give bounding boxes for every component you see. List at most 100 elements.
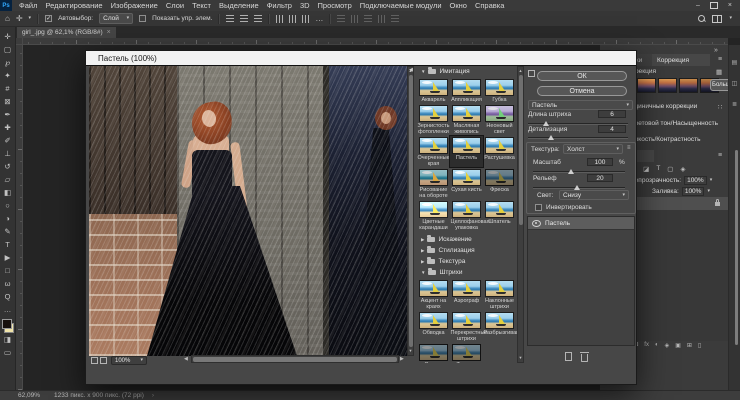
layer-effects-icon[interactable]: fx: [644, 342, 649, 349]
paths-panel-menu-icon[interactable]: ≡: [718, 152, 722, 159]
relief-value[interactable]: 20: [587, 174, 613, 182]
shape-filter-icon[interactable]: ▢: [667, 165, 673, 173]
ok-button[interactable]: ОК: [537, 71, 627, 81]
panel-icon-3[interactable]: ≣: [729, 101, 740, 108]
filter-select[interactable]: Пастель▾: [528, 100, 633, 110]
layer-group-icon[interactable]: ▣: [675, 342, 681, 349]
filter-item[interactable]: Целлофановая упаковка: [450, 200, 483, 231]
detail-value[interactable]: 4: [598, 125, 626, 133]
filter-category-header[interactable]: ▶Искажение: [414, 234, 517, 245]
filter-item[interactable]: Шпатель: [483, 200, 516, 231]
adjustment-preset-thumbnail[interactable]: [679, 78, 698, 93]
adjustment-preset-thumbnail[interactable]: [637, 78, 656, 93]
presets-grid-icon[interactable]: ▦: [716, 68, 722, 76]
tool-zoom-icon[interactable]: Q: [0, 290, 16, 303]
align-center-icon[interactable]: [240, 15, 248, 22]
minimize-button[interactable]: –: [696, 2, 700, 9]
tool-blur-icon[interactable]: ○: [0, 199, 16, 212]
scroll-down-icon[interactable]: ▼: [518, 355, 523, 361]
menu-item-1[interactable]: Редактирование: [41, 1, 106, 10]
collapse-panels-icon[interactable]: »: [714, 47, 718, 54]
filter-item[interactable]: Суми-э: [417, 343, 450, 363]
menu-item-6[interactable]: Фильтр: [263, 1, 296, 10]
filter-item[interactable]: Перекрестные штрихи: [450, 311, 483, 342]
preview-horizontal-scrollbar[interactable]: [191, 355, 399, 363]
panel-menu-icon[interactable]: ≡: [718, 56, 722, 63]
tool-clone-stamp-icon[interactable]: ⊥: [0, 147, 16, 160]
menu-item-7[interactable]: 3D: [296, 1, 314, 10]
tool-gradient-icon[interactable]: ◧: [0, 186, 16, 199]
tool-eraser-icon[interactable]: ▱: [0, 173, 16, 186]
scrollbar-thumb[interactable]: [519, 75, 523, 225]
filter-item[interactable]: Очерченные края: [417, 136, 450, 167]
filter-category-header[interactable]: ▼Имитация: [414, 66, 517, 77]
tool-path-select-icon[interactable]: ▶: [0, 251, 16, 264]
filter-item[interactable]: Рисование на обороте: [417, 168, 450, 199]
tool-screen-mode-icon[interactable]: ▭: [0, 346, 16, 359]
tool-lasso-icon[interactable]: ℘: [0, 56, 16, 69]
visibility-eye-icon[interactable]: [532, 220, 541, 227]
document-tab-close-icon[interactable]: ×: [107, 29, 111, 36]
type-filter-icon[interactable]: T: [656, 165, 660, 173]
tool-hand-icon[interactable]: ω: [0, 277, 16, 290]
delete-effect-layer-icon[interactable]: [581, 354, 588, 362]
autoselect-target-select[interactable]: Слой▾: [99, 13, 133, 24]
tool-frame-icon[interactable]: ⊠: [0, 95, 16, 108]
opacity-value[interactable]: 100%: [684, 176, 707, 185]
detail-slider[interactable]: [528, 134, 628, 141]
filter-item[interactable]: Акцент на краях: [417, 279, 450, 310]
tool-shape-icon[interactable]: □: [0, 264, 16, 277]
filter-category-header[interactable]: ▶Стилизация: [414, 245, 517, 256]
filter-item[interactable]: Темные штрихи: [450, 343, 483, 363]
new-layer-icon[interactable]: ⊞: [687, 342, 692, 349]
filter-item[interactable]: Растушевка: [483, 136, 516, 167]
scroll-down-icon[interactable]: ▼: [408, 348, 413, 354]
maximize-button[interactable]: [710, 2, 718, 9]
filter-item[interactable]: Наклонные штрихи: [483, 279, 516, 310]
menu-item-10[interactable]: Окно: [446, 1, 471, 10]
filter-item[interactable]: Обводка: [417, 311, 450, 342]
tool-pen-icon[interactable]: ✎: [0, 225, 16, 238]
scrollbar-thumb[interactable]: [193, 357, 397, 362]
menu-item-4[interactable]: Текст: [188, 1, 215, 10]
filter-preview[interactable]: [89, 66, 407, 356]
filter-item[interactable]: Зернистость фотопленки: [417, 104, 450, 135]
filter-item[interactable]: Пастель: [450, 136, 483, 167]
cancel-button[interactable]: Отмена: [537, 86, 627, 96]
smart-filter-icon[interactable]: ◈: [680, 165, 685, 173]
foreground-color-swatch[interactable]: [2, 319, 12, 329]
tool-type-icon[interactable]: T: [0, 238, 16, 251]
menu-item-5[interactable]: Выделение: [215, 1, 263, 10]
tool-eyedropper-icon[interactable]: ✒: [0, 108, 16, 121]
workspace-switcher-icon[interactable]: [712, 15, 722, 23]
adjustments-list-icon[interactable]: ∷: [718, 103, 722, 111]
toggle-thumbnails-button[interactable]: [528, 70, 535, 77]
collapse-thumbnails-icon[interactable]: ◀: [409, 67, 413, 73]
adjustment-layer-icon[interactable]: ◈: [665, 342, 670, 349]
scroll-left-icon[interactable]: ◀: [184, 356, 188, 362]
menu-item-0[interactable]: Файл: [15, 1, 41, 10]
filter-item[interactable]: Сухая кисть: [450, 168, 483, 199]
scale-value[interactable]: 100: [587, 158, 613, 166]
menu-item-3[interactable]: Слои: [162, 1, 188, 10]
tool-more-icon[interactable]: …: [0, 303, 16, 316]
document-tab[interactable]: girl_.jpg @ 62,1% (RGB/8#) ×: [17, 27, 116, 38]
preview-vertical-scrollbar[interactable]: ▲ ▼: [407, 66, 414, 356]
tool-brush-icon[interactable]: ✐: [0, 134, 16, 147]
light-select[interactable]: Снизу▾: [559, 190, 629, 200]
panel-icon-2[interactable]: ◫: [729, 80, 740, 87]
adjustment-item-hue-saturation[interactable]: Цветовой тон/Насыщенность: [630, 120, 718, 127]
filter-item[interactable]: Акварель: [417, 78, 450, 103]
adjustment-preset-thumbnail[interactable]: [658, 78, 677, 93]
tool-dodge-icon[interactable]: ◑: [0, 212, 16, 225]
tool-quick-selection-icon[interactable]: ✦: [0, 69, 16, 82]
search-icon[interactable]: [698, 15, 705, 22]
tool-quick-mask-icon[interactable]: ◨: [0, 333, 16, 346]
scroll-up-icon[interactable]: ▲: [518, 68, 523, 74]
filter-item[interactable]: Фреска: [483, 168, 516, 199]
new-effect-layer-icon[interactable]: [565, 352, 572, 361]
scroll-right-icon[interactable]: ▶: [400, 356, 404, 362]
adjustment-item-brightness-contrast[interactable]: Яркость/Контрастность: [630, 136, 701, 143]
status-zoom-level[interactable]: 62,09%: [18, 392, 40, 399]
filter-category-header[interactable]: ▼Штрихи: [414, 267, 517, 278]
